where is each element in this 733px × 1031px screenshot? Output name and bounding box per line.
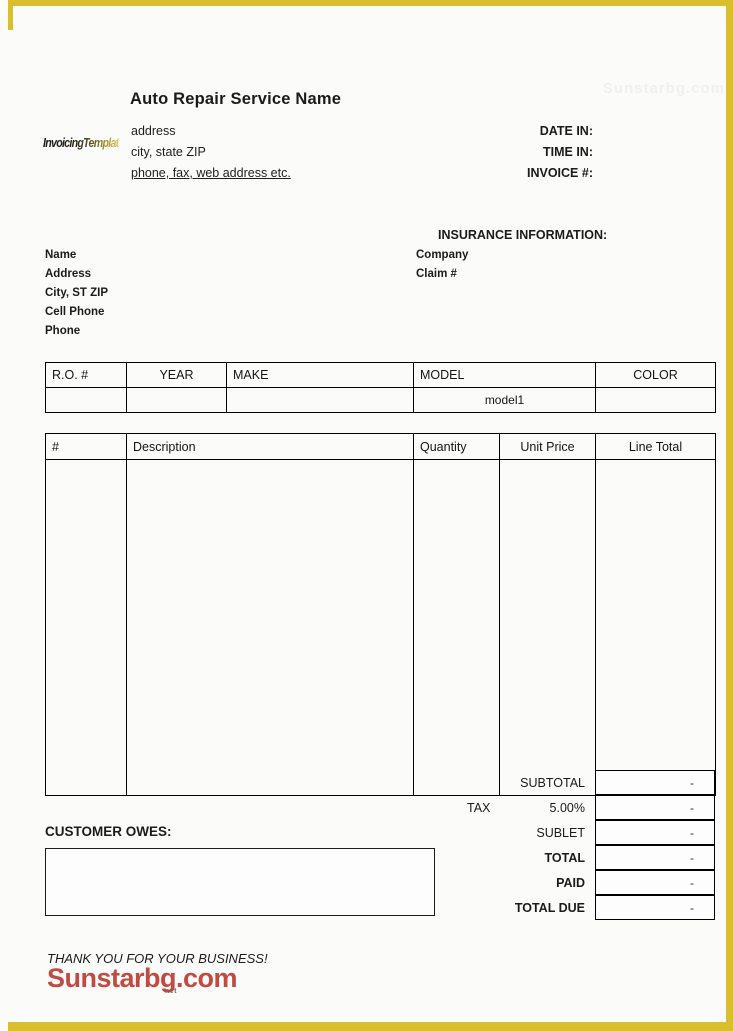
vehicle-value-ro[interactable] <box>45 387 127 413</box>
invoice-page: Sunstarbg.com Auto Repair Service Name I… <box>0 0 733 1031</box>
totals-prefix-total <box>453 845 503 870</box>
totals-prefix-total-due <box>453 895 503 920</box>
sunstarbg-watermark-sub: net <box>165 988 177 995</box>
customer-field-cell-phone: Cell Phone <box>45 306 105 318</box>
items-body-line-total[interactable] <box>595 459 716 796</box>
invoice-sheet: Sunstarbg.com Auto Repair Service Name I… <box>13 6 726 1022</box>
totals-prefix-paid <box>453 870 503 895</box>
vehicle-value-color[interactable] <box>595 387 716 413</box>
vehicle-header-ro: R.O. # <box>45 362 127 388</box>
vehicle-value-make[interactable] <box>226 387 414 413</box>
totals-value-tax[interactable]: - <box>595 795 715 820</box>
totals-value-paid[interactable]: - <box>595 870 715 895</box>
items-header-description: Description <box>126 433 414 460</box>
vehicle-value-row: model1 <box>45 387 716 413</box>
vehicle-info-table: R.O. # YEAR MAKE MODEL COLOR model1 <box>45 362 716 413</box>
totals-prefix-subtotal <box>453 770 503 795</box>
totals-row-subtotal: SUBTOTAL - <box>453 770 715 795</box>
customer-field-phone: Phone <box>45 325 81 337</box>
invoicing-templates-logo: InvoicingTemplates <box>43 132 130 154</box>
items-header-line-total: Line Total <box>595 433 716 460</box>
items-header-number: # <box>45 433 127 460</box>
customer-field-city-state-zip: City, ST ZIP <box>45 287 109 299</box>
date-in-label: DATE IN: <box>539 124 593 138</box>
company-address-line-1: address <box>131 124 176 138</box>
totals-label-subtotal: SUBTOTAL <box>520 775 585 790</box>
items-body-quantity[interactable] <box>413 459 500 796</box>
page-border-bottom <box>8 1022 733 1031</box>
customer-field-address: Address <box>45 268 92 280</box>
items-header-unit-price: Unit Price <box>499 433 596 460</box>
company-contact-link[interactable]: phone, fax, web address etc. <box>131 166 291 180</box>
vehicle-header-row: R.O. # YEAR MAKE MODEL COLOR <box>45 362 716 388</box>
items-body-row <box>45 459 716 796</box>
company-title: Auto Repair Service Name <box>130 90 342 108</box>
page-border-right <box>726 0 733 1031</box>
insurance-field-company: Company <box>416 249 469 261</box>
vehicle-header-model: MODEL <box>413 362 596 388</box>
totals-row-sublet: SUBLET - <box>453 820 715 845</box>
header-watermark: Sunstarbg.com <box>602 80 725 97</box>
totals-section: SUBTOTAL - TAX 5.00% - SUBLET - TOTAL - … <box>453 770 715 920</box>
sunstarbg-watermark: Sunstarbg.com <box>47 963 238 993</box>
totals-value-total-due[interactable]: - <box>595 895 715 920</box>
totals-label-paid: PAID <box>556 875 585 890</box>
items-header-quantity: Quantity <box>413 433 500 460</box>
totals-prefix-tax: TAX <box>467 800 491 815</box>
items-header-row: # Description Quantity Unit Price Line T… <box>45 433 716 460</box>
vehicle-value-model[interactable]: model1 <box>413 387 596 413</box>
totals-label-total: TOTAL <box>544 850 585 865</box>
vehicle-header-year: YEAR <box>126 362 227 388</box>
time-in-label: TIME IN: <box>543 145 593 159</box>
items-body-description[interactable] <box>126 459 414 796</box>
totals-value-subtotal[interactable]: - <box>595 770 715 795</box>
vehicle-header-color: COLOR <box>595 362 716 388</box>
totals-row-total-due: TOTAL DUE - <box>453 895 715 920</box>
company-address-line-2: city, state ZIP <box>131 145 206 159</box>
insurance-field-claim-number: Claim # <box>416 268 457 280</box>
customer-field-name: Name <box>45 249 77 261</box>
totals-row-tax: TAX 5.00% - <box>453 795 715 820</box>
totals-prefix-sublet <box>453 820 503 845</box>
vehicle-value-year[interactable] <box>126 387 227 413</box>
totals-value-sublet[interactable]: - <box>595 820 715 845</box>
totals-label-sublet: SUBLET <box>536 825 585 840</box>
totals-label-total-due: TOTAL DUE <box>514 900 585 915</box>
totals-row-paid: PAID - <box>453 870 715 895</box>
insurance-information-heading: INSURANCE INFORMATION: <box>438 228 608 242</box>
customer-owes-heading: CUSTOMER OWES: <box>45 824 172 839</box>
line-items-table: # Description Quantity Unit Price Line T… <box>45 433 716 796</box>
totals-label-tax-rate[interactable]: 5.00% <box>503 795 595 820</box>
totals-value-total[interactable]: - <box>595 845 715 870</box>
vehicle-header-make: MAKE <box>226 362 414 388</box>
customer-owes-box[interactable] <box>45 848 435 916</box>
invoice-number-label: INVOICE #: <box>527 166 593 180</box>
items-body-number[interactable] <box>45 459 127 796</box>
totals-row-total: TOTAL - <box>453 845 715 870</box>
items-body-unit-price[interactable] <box>499 459 596 796</box>
